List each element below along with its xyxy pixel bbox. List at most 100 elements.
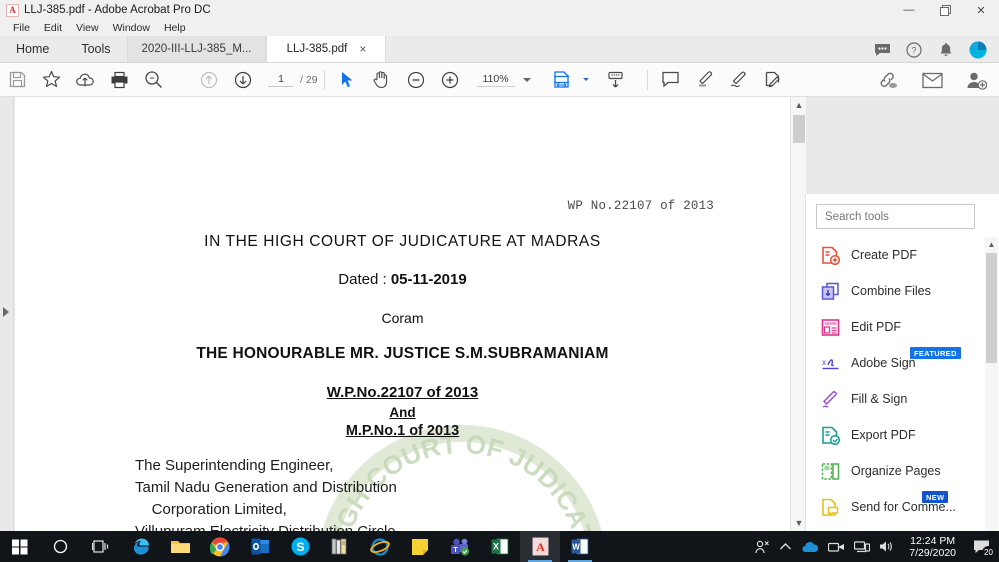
file-explorer-icon[interactable] (160, 531, 200, 562)
skype-icon[interactable]: S (280, 531, 320, 562)
adobe-acrobat-icon[interactable]: A (520, 531, 560, 562)
tool-item-combine-files[interactable]: Combine Files (806, 273, 985, 309)
adobe-sign-icon: x (820, 353, 840, 373)
scrollbar-thumb[interactable] (986, 253, 997, 363)
excel-icon[interactable]: X (480, 531, 520, 562)
close-button[interactable]: ✕ (963, 0, 999, 20)
internet-explorer-icon[interactable] (360, 531, 400, 562)
tool-item-edit-pdf[interactable]: Edit PDF (806, 309, 985, 345)
tab-home[interactable]: Home (0, 36, 65, 62)
send-for-comments-icon (820, 497, 840, 517)
google-chrome-icon[interactable] (200, 531, 240, 562)
microsoft-edge-icon[interactable] (120, 531, 160, 562)
search-tools-wrap (806, 194, 999, 235)
onedrive-icon[interactable] (801, 541, 819, 553)
next-page-icon[interactable] (226, 63, 260, 97)
tab-tools[interactable]: Tools (65, 36, 126, 62)
document-tab-1[interactable]: LLJ-385.pdf × (266, 36, 387, 62)
document-judge-name: THE HONOURABLE MR. JUSTICE S.M.SUBRAMANI… (196, 345, 609, 362)
menu-window[interactable]: Window (106, 22, 157, 34)
edit-pdf-icon[interactable] (756, 63, 790, 97)
fit-page-icon[interactable] (545, 63, 579, 97)
show-hidden-icons-icon[interactable] (779, 542, 792, 552)
and-text: And (389, 405, 416, 420)
sign-icon[interactable] (722, 63, 756, 97)
volume-icon[interactable] (879, 540, 894, 553)
document-vertical-scrollbar[interactable]: ▲ ▼ (790, 97, 806, 531)
chevron-down-icon[interactable] (522, 77, 531, 82)
scroll-up-icon[interactable]: ▲ (791, 97, 807, 113)
expand-left-panel-icon[interactable] (3, 307, 9, 317)
meeting-icon[interactable] (828, 541, 845, 553)
tool-item-label: Edit PDF (851, 320, 902, 334)
comment-icon[interactable] (654, 63, 688, 97)
menu-edit[interactable]: Edit (37, 22, 69, 34)
maximize-button[interactable] (927, 0, 963, 20)
document-court-title: IN THE HIGH COURT OF JUDICATURE AT MADRA… (204, 233, 601, 250)
svg-text:X: X (493, 542, 499, 552)
search-icon[interactable] (136, 63, 170, 97)
help-icon[interactable]: ? (905, 41, 923, 59)
menu-view[interactable]: View (69, 22, 106, 34)
document-viewport[interactable]: HIGH COURT OF JUDICATURE MADRAS WP No.22… (15, 97, 790, 531)
scroll-mode-icon[interactable] (599, 63, 633, 97)
edit-pdf-icon (820, 317, 840, 337)
network-icon[interactable] (854, 540, 871, 553)
print-icon[interactable] (102, 63, 136, 97)
page-number-input[interactable] (268, 72, 294, 87)
microsoft-teams-icon[interactable]: T (440, 531, 480, 562)
task-view-icon[interactable] (80, 531, 120, 562)
star-icon[interactable] (34, 63, 68, 97)
windows-taskbar: S T X A W 12:24 PM 7/29/2020 20 (0, 531, 999, 562)
select-cursor-icon[interactable] (331, 63, 365, 97)
zoom-out-icon[interactable] (399, 63, 433, 97)
hand-tool-icon[interactable] (365, 63, 399, 97)
add-user-icon[interactable] (959, 63, 993, 97)
tool-item-create-pdf[interactable]: Create PDF (806, 237, 985, 273)
window-title: LLJ-385.pdf - Adobe Acrobat Pro DC (24, 4, 211, 16)
document-tab-0[interactable]: 2020-III-LLJ-385_M... (126, 36, 267, 62)
document-and-label: And (15, 405, 790, 420)
tool-item-send-for-comments[interactable]: NEW Send for Comme... (806, 489, 985, 525)
notification-center-icon[interactable]: 20 (971, 536, 995, 559)
search-tools-input[interactable] (816, 204, 975, 229)
notification-count-badge: 20 (982, 545, 995, 559)
taskbar-clock[interactable]: 12:24 PM 7/29/2020 (909, 535, 956, 559)
chevron-down-icon[interactable] (582, 78, 589, 81)
zoom-control[interactable]: 110% (476, 73, 531, 87)
bell-icon[interactable] (937, 41, 955, 59)
upload-cloud-icon[interactable] (68, 63, 102, 97)
zoom-in-icon[interactable] (433, 63, 467, 97)
menu-help[interactable]: Help (157, 22, 193, 34)
scroll-up-icon[interactable]: ▲ (985, 237, 998, 251)
share-link-icon[interactable] (871, 63, 905, 97)
close-icon[interactable]: × (359, 42, 366, 56)
svg-text:A: A (536, 540, 545, 554)
windows-start-icon[interactable] (0, 531, 40, 562)
tool-item-adobe-sign[interactable]: FEATURED x Adobe Sign (806, 345, 985, 381)
email-icon[interactable] (915, 63, 949, 97)
tool-item-label: Organize Pages (851, 464, 941, 478)
document-tab-0-label: 2020-III-LLJ-385_M... (141, 43, 252, 55)
scrollbar-thumb[interactable] (793, 115, 805, 143)
word-icon[interactable]: W (560, 531, 600, 562)
highlight-icon[interactable] (688, 63, 722, 97)
previous-page-icon[interactable] (192, 63, 226, 97)
cortana-search-icon[interactable] (40, 531, 80, 562)
tools-panel-scrollbar[interactable]: ▲ ▼ (985, 237, 998, 557)
svg-text:?: ? (911, 45, 916, 55)
account-avatar-icon[interactable] (969, 41, 987, 59)
svg-text:T: T (453, 547, 458, 554)
tool-item-fill-and-sign[interactable]: Fill & Sign (806, 381, 985, 417)
sticky-notes-icon[interactable] (400, 531, 440, 562)
minimize-button[interactable]: — (891, 0, 927, 20)
menu-file[interactable]: File (6, 22, 37, 34)
tool-item-export-pdf[interactable]: Export PDF (806, 417, 985, 453)
window-controls: — ✕ (891, 0, 999, 20)
people-icon[interactable] (754, 539, 770, 555)
library-icon[interactable] (320, 531, 360, 562)
outlook-icon[interactable] (240, 531, 280, 562)
chat-icon[interactable] (873, 41, 891, 59)
save-icon[interactable] (0, 63, 34, 97)
tool-item-organize-pages[interactable]: Organize Pages (806, 453, 985, 489)
